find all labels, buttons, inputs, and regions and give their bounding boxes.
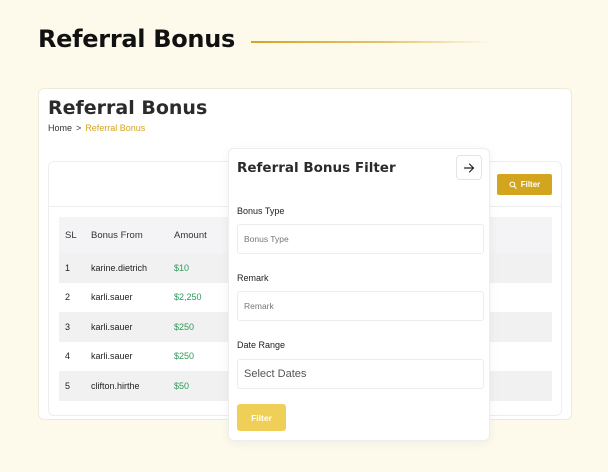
date-range-label: Date Range	[237, 340, 286, 350]
cell-bonus-from: clifton.hirthe	[85, 371, 168, 401]
apply-filter-button[interactable]: Filter	[237, 404, 286, 431]
cell-sl: 5	[59, 371, 85, 401]
page-title: Referral Bonus	[48, 97, 208, 119]
remark-input[interactable]	[237, 291, 484, 321]
cell-amount: $10	[168, 253, 228, 283]
breadcrumb: Home > Referral Bonus	[48, 123, 145, 133]
bonus-type-input[interactable]	[237, 224, 484, 254]
hero-divider	[251, 41, 491, 43]
cell-bonus-from: karli.sauer	[85, 312, 168, 342]
close-filter-button[interactable]	[456, 155, 482, 180]
cell-sl: 3	[59, 312, 85, 342]
cell-amount: $250	[168, 341, 228, 371]
column-header-amount[interactable]: Amount	[168, 217, 228, 253]
open-filter-button[interactable]: Filter	[497, 174, 552, 195]
breadcrumb-separator: >	[76, 123, 82, 133]
open-filter-label: Filter	[520, 180, 541, 189]
cell-amount: $2,250	[168, 282, 228, 312]
arrow-right-icon	[463, 162, 475, 173]
breadcrumb-home[interactable]: Home	[48, 123, 72, 133]
cell-sl: 4	[59, 341, 85, 371]
search-icon	[509, 180, 517, 189]
remark-label: Remark	[237, 273, 269, 283]
filter-panel: Referral Bonus Filter Bonus Type Remark …	[228, 148, 490, 441]
cell-bonus-from: karine.dietrich	[85, 253, 168, 283]
column-header-bonus-from[interactable]: Bonus From	[85, 217, 168, 253]
hero-title: Referral Bonus	[38, 25, 235, 53]
cell-bonus-from: karli.sauer	[85, 282, 168, 312]
cell-bonus-from: karli.sauer	[85, 341, 168, 371]
breadcrumb-current: Referral Bonus	[85, 123, 146, 133]
filter-panel-title: Referral Bonus Filter	[237, 160, 396, 176]
cell-sl: 2	[59, 282, 85, 312]
date-range-input[interactable]	[237, 359, 484, 389]
cell-amount: $250	[168, 312, 228, 342]
cell-sl: 1	[59, 253, 85, 283]
cell-amount: $50	[168, 371, 228, 401]
column-header-sl[interactable]: SL	[59, 217, 85, 253]
bonus-type-label: Bonus Type	[237, 206, 285, 216]
